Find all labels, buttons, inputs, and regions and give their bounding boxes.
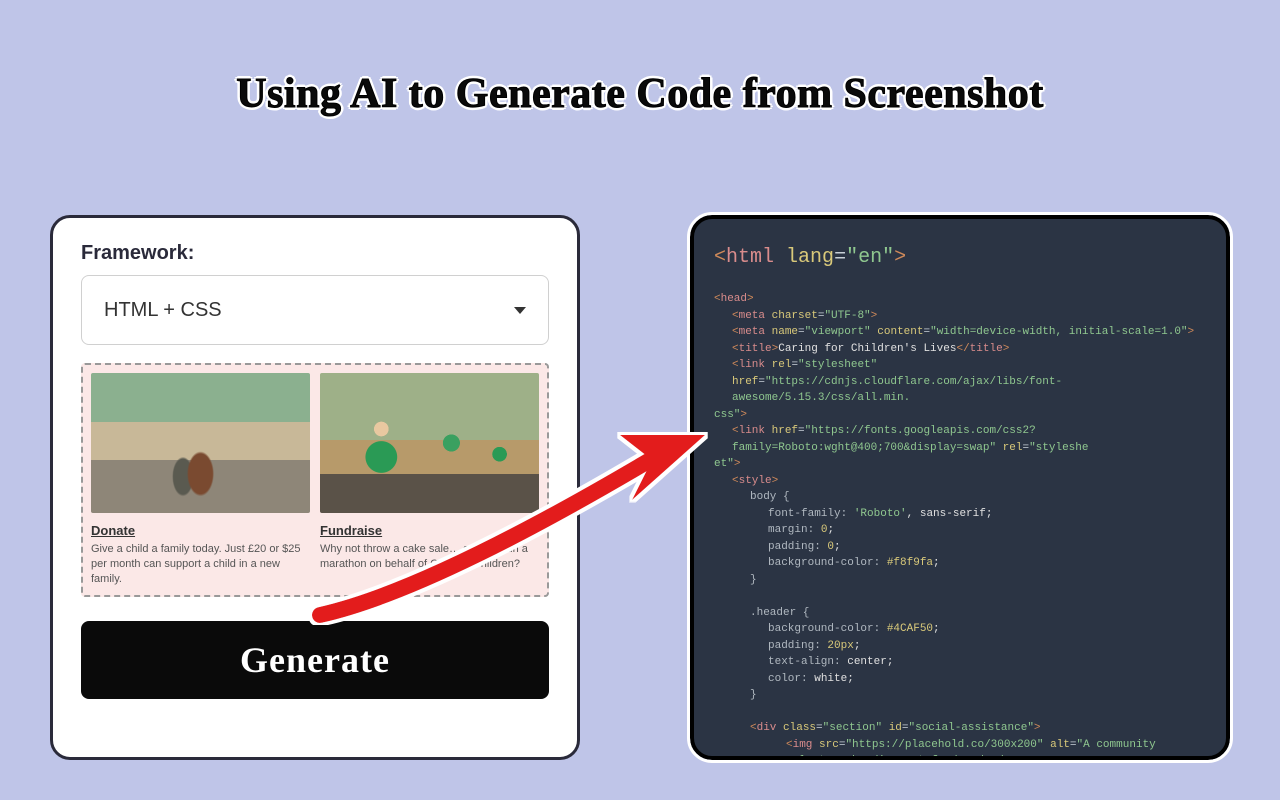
code-line: <head>: [714, 291, 1206, 308]
framework-label: Framework:: [81, 242, 549, 265]
preview-desc-2: Why not throw a cake sale… or even run a…: [320, 542, 539, 572]
code-line: color: white;: [714, 671, 1206, 688]
dropdown-value: HTML + CSS: [104, 299, 222, 322]
preview-heading-2: Fundraise: [320, 523, 539, 538]
code-line: font-family: 'Roboto', sans-serif;: [714, 506, 1206, 523]
code-line: background-color: #4CAF50;: [714, 621, 1206, 638]
code-line: <div class="section" id="social-assistan…: [714, 720, 1206, 737]
code-line: <img src="https://placehold.co/300x200" …: [714, 737, 1206, 761]
code-line: }: [714, 687, 1206, 704]
code-line: et">: [714, 456, 1206, 473]
code-line: <meta name="viewport" content="width=dev…: [714, 324, 1206, 341]
code-line: [714, 704, 1206, 721]
code-output-panel: <html lang="en"> <head><meta charset="UT…: [690, 215, 1230, 760]
code-header-line: <html lang="en">: [714, 243, 1206, 273]
code-line: padding: 20px;: [714, 638, 1206, 655]
code-line: <meta charset="UTF-8">: [714, 308, 1206, 325]
code-line: body {: [714, 489, 1206, 506]
chevron-down-icon: [514, 307, 526, 314]
code-line: <title>Caring for Children's Lives</titl…: [714, 341, 1206, 358]
code-line: }: [714, 572, 1206, 589]
code-line: <link href="https://fonts.googleapis.com…: [714, 423, 1206, 456]
code-line: <style>: [714, 473, 1206, 490]
main-wrap: Framework: HTML + CSS Donate Give a chil…: [50, 215, 1230, 760]
preview-heading-1: Donate: [91, 523, 310, 538]
generate-button[interactable]: Generate: [81, 621, 549, 699]
code-line: .header {: [714, 605, 1206, 622]
preview-image-2: [320, 373, 539, 513]
code-line: text-align: center;: [714, 654, 1206, 671]
preview-card-1: Donate Give a child a family today. Just…: [91, 373, 310, 587]
input-panel: Framework: HTML + CSS Donate Give a chil…: [50, 215, 580, 760]
page-title: Using AI to Generate Code from Screensho…: [0, 0, 1280, 118]
preview-desc-1: Give a child a family today. Just £20 or…: [91, 542, 310, 587]
code-line: margin: 0;: [714, 522, 1206, 539]
code-line: background-color: #f8f9fa;: [714, 555, 1206, 572]
code-body: <head><meta charset="UTF-8"><meta name="…: [714, 291, 1206, 760]
code-line: [714, 588, 1206, 605]
screenshot-preview[interactable]: Donate Give a child a family today. Just…: [81, 363, 549, 597]
code-line: padding: 0;: [714, 539, 1206, 556]
framework-dropdown[interactable]: HTML + CSS: [81, 275, 549, 345]
preview-card-2: Fundraise Why not throw a cake sale… or …: [320, 373, 539, 587]
code-line: <link rel="stylesheet" href="https://cdn…: [714, 357, 1206, 407]
preview-image-1: [91, 373, 310, 513]
code-line: css">: [714, 407, 1206, 424]
